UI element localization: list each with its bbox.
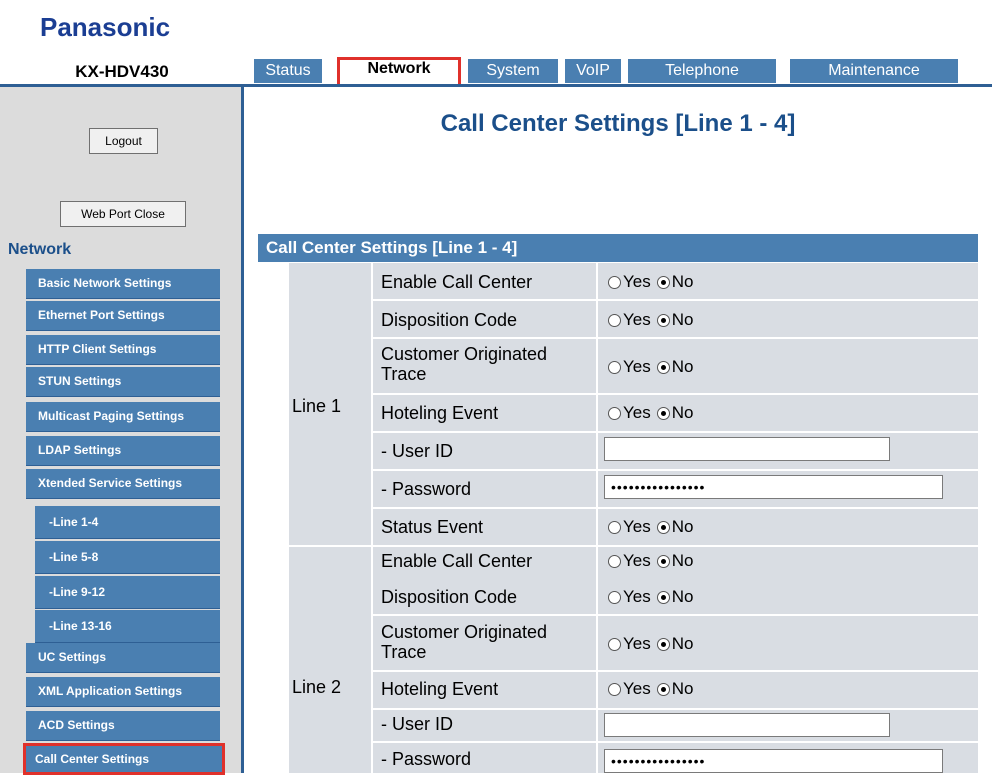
no-radio[interactable] bbox=[656, 406, 670, 420]
customer-originated-trace-radio-group: Yes No bbox=[608, 634, 693, 654]
yes-label: Yes bbox=[623, 517, 651, 536]
disposition-code-label: Disposition Code bbox=[381, 587, 518, 607]
tab-system[interactable]: System bbox=[468, 59, 558, 83]
customer-originated-trace-radio-group: Yes No bbox=[608, 357, 693, 377]
no-radio[interactable] bbox=[656, 682, 670, 696]
no-label: No bbox=[671, 551, 694, 570]
password-input[interactable]: •••••••••••••••• bbox=[604, 475, 943, 499]
no-label: No bbox=[671, 357, 694, 376]
status-event-radio-group: Yes No bbox=[608, 517, 693, 537]
sidebar-title: Network bbox=[8, 241, 72, 258]
yes-radio[interactable] bbox=[608, 313, 621, 327]
sidebar-divider bbox=[241, 87, 244, 773]
sidebar-item-ethernet-port[interactable]: Ethernet Port Settings bbox=[26, 301, 220, 331]
enable-call-center-radio-group: Yes No bbox=[608, 551, 693, 571]
tab-maintenance[interactable]: Maintenance bbox=[790, 59, 958, 83]
sidebar-item-xtended-service[interactable]: Xtended Service Settings bbox=[26, 469, 220, 499]
no-label: No bbox=[671, 310, 694, 329]
yes-radio[interactable] bbox=[608, 554, 621, 568]
yes-radio[interactable] bbox=[608, 520, 621, 534]
user-id-label: - User ID bbox=[381, 441, 453, 461]
customer-originated-trace-label: Customer Originated Trace bbox=[381, 622, 548, 662]
no-radio[interactable] bbox=[656, 554, 670, 568]
disposition-code-radio-group: Yes No bbox=[608, 310, 693, 330]
user-id-input[interactable] bbox=[604, 437, 890, 461]
customer-originated-trace-label: Customer Originated Trace bbox=[381, 344, 548, 384]
tab-status[interactable]: Status bbox=[254, 59, 322, 83]
line-2-label: Line 2 bbox=[292, 677, 342, 697]
enable-call-center-label: Enable Call Center bbox=[381, 272, 533, 292]
no-label: No bbox=[671, 634, 694, 653]
sidebar-item-multicast-paging[interactable]: Multicast Paging Settings bbox=[26, 402, 220, 432]
no-radio[interactable] bbox=[656, 275, 670, 289]
yes-label: Yes bbox=[623, 310, 651, 329]
line-1-label: Line 1 bbox=[292, 396, 342, 416]
hoteling-event-label: Hoteling Event bbox=[381, 403, 499, 423]
yes-radio[interactable] bbox=[608, 275, 621, 289]
yes-label: Yes bbox=[623, 587, 651, 606]
yes-radio[interactable] bbox=[608, 637, 621, 651]
sidebar-item-line-5-8[interactable]: -Line 5-8 bbox=[35, 541, 220, 574]
sidebar-item-call-center[interactable]: Call Center Settings bbox=[23, 743, 225, 775]
sidebar-item-ldap[interactable]: LDAP Settings bbox=[26, 436, 220, 466]
password-label: - Password bbox=[381, 479, 472, 499]
no-label: No bbox=[671, 587, 694, 606]
yes-label: Yes bbox=[623, 634, 651, 653]
model-name: KX-HDV430 bbox=[75, 62, 169, 81]
password-input[interactable]: •••••••••••••••• bbox=[604, 749, 943, 773]
brand-logo: Panasonic bbox=[40, 12, 171, 42]
sidebar-item-xml-application[interactable]: XML Application Settings bbox=[26, 677, 220, 707]
yes-radio[interactable] bbox=[608, 360, 621, 374]
sidebar-item-line-13-16[interactable]: -Line 13-16 bbox=[35, 610, 220, 643]
hoteling-event-label: Hoteling Event bbox=[381, 679, 499, 699]
sidebar-item-http-client[interactable]: HTTP Client Settings bbox=[26, 335, 220, 365]
yes-label: Yes bbox=[623, 272, 651, 291]
yes-radio[interactable] bbox=[608, 682, 621, 696]
sidebar-item-stun[interactable]: STUN Settings bbox=[26, 367, 220, 397]
section-header: Call Center Settings [Line 1 - 4] bbox=[258, 234, 978, 262]
tab-telephone[interactable]: Telephone bbox=[628, 59, 776, 83]
disposition-code-radio-group: Yes No bbox=[608, 587, 693, 607]
no-radio[interactable] bbox=[656, 360, 670, 374]
no-label: No bbox=[671, 679, 694, 698]
no-label: No bbox=[671, 517, 694, 536]
sidebar-item-basic-network[interactable]: Basic Network Settings bbox=[26, 269, 220, 299]
no-radio[interactable] bbox=[656, 590, 670, 604]
line-2-cell bbox=[289, 547, 371, 773]
disposition-code-label: Disposition Code bbox=[381, 310, 518, 330]
sidebar-item-line-9-12[interactable]: -Line 9-12 bbox=[35, 576, 220, 609]
no-label: No bbox=[671, 272, 694, 291]
enable-call-center-label: Enable Call Center bbox=[381, 551, 533, 571]
no-radio[interactable] bbox=[656, 313, 670, 327]
sidebar-item-acd[interactable]: ACD Settings bbox=[26, 711, 220, 741]
web-port-close-button[interactable]: Web Port Close bbox=[60, 201, 186, 227]
yes-label: Yes bbox=[623, 403, 651, 422]
yes-label: Yes bbox=[623, 551, 651, 570]
no-radio[interactable] bbox=[656, 520, 670, 534]
yes-label: Yes bbox=[623, 357, 651, 376]
page-title: Call Center Settings [Line 1 - 4] bbox=[440, 110, 796, 137]
yes-radio[interactable] bbox=[608, 406, 621, 420]
no-radio[interactable] bbox=[656, 637, 670, 651]
sidebar-item-line-1-4[interactable]: -Line 1-4 bbox=[35, 506, 220, 539]
hoteling-event-radio-group: Yes No bbox=[608, 403, 693, 423]
password-label: - Password bbox=[381, 749, 472, 769]
sidebar-item-uc[interactable]: UC Settings bbox=[26, 643, 220, 673]
tab-voip[interactable]: VoIP bbox=[565, 59, 621, 83]
user-id-label: - User ID bbox=[381, 714, 453, 734]
enable-call-center-radio-group: Yes No bbox=[608, 272, 693, 292]
yes-radio[interactable] bbox=[608, 590, 621, 604]
status-event-label: Status Event bbox=[381, 517, 484, 537]
tab-network[interactable]: Network bbox=[337, 57, 461, 87]
user-id-input[interactable] bbox=[604, 713, 890, 737]
hoteling-event-radio-group: Yes No bbox=[608, 679, 693, 699]
logout-button[interactable]: Logout bbox=[89, 128, 158, 154]
yes-label: Yes bbox=[623, 679, 651, 698]
no-label: No bbox=[671, 403, 694, 422]
